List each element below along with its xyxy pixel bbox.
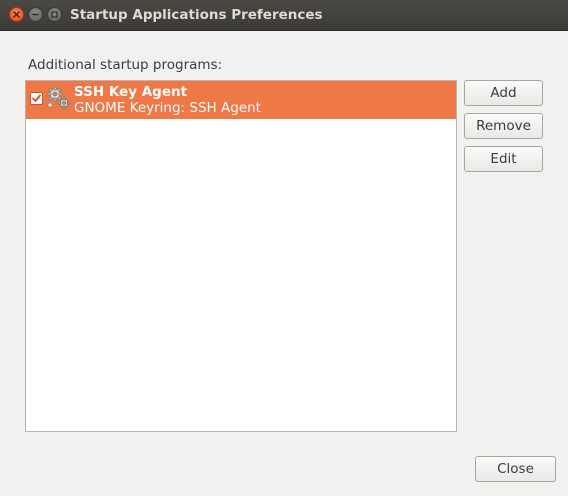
checkmark-icon xyxy=(32,94,41,102)
edit-button[interactable]: Edit xyxy=(464,146,543,172)
program-description: GNOME Keyring: SSH Agent xyxy=(74,100,261,116)
list-item[interactable]: SSH Key Agent GNOME Keyring: SSH Agent xyxy=(26,81,456,119)
window-maximize-button[interactable] xyxy=(47,7,62,22)
program-name: SSH Key Agent xyxy=(74,84,188,100)
minimize-icon xyxy=(32,13,39,16)
enabled-checkbox[interactable] xyxy=(30,92,43,105)
startup-programs-list[interactable]: SSH Key Agent GNOME Keyring: SSH Agent xyxy=(25,80,457,432)
remove-button[interactable]: Remove xyxy=(464,113,543,139)
close-icon xyxy=(13,11,20,18)
startup-applications-window: Startup Applications Preferences Additio… xyxy=(0,0,568,496)
gears-icon xyxy=(47,86,71,110)
maximize-icon xyxy=(51,11,58,18)
window-close-button[interactable] xyxy=(9,7,24,22)
window-title: Startup Applications Preferences xyxy=(70,7,323,23)
section-label: Additional startup programs: xyxy=(28,57,223,73)
add-button[interactable]: Add xyxy=(464,80,543,106)
close-button[interactable]: Close xyxy=(475,456,556,482)
window-minimize-button[interactable] xyxy=(28,7,43,22)
title-bar[interactable]: Startup Applications Preferences xyxy=(0,0,568,31)
